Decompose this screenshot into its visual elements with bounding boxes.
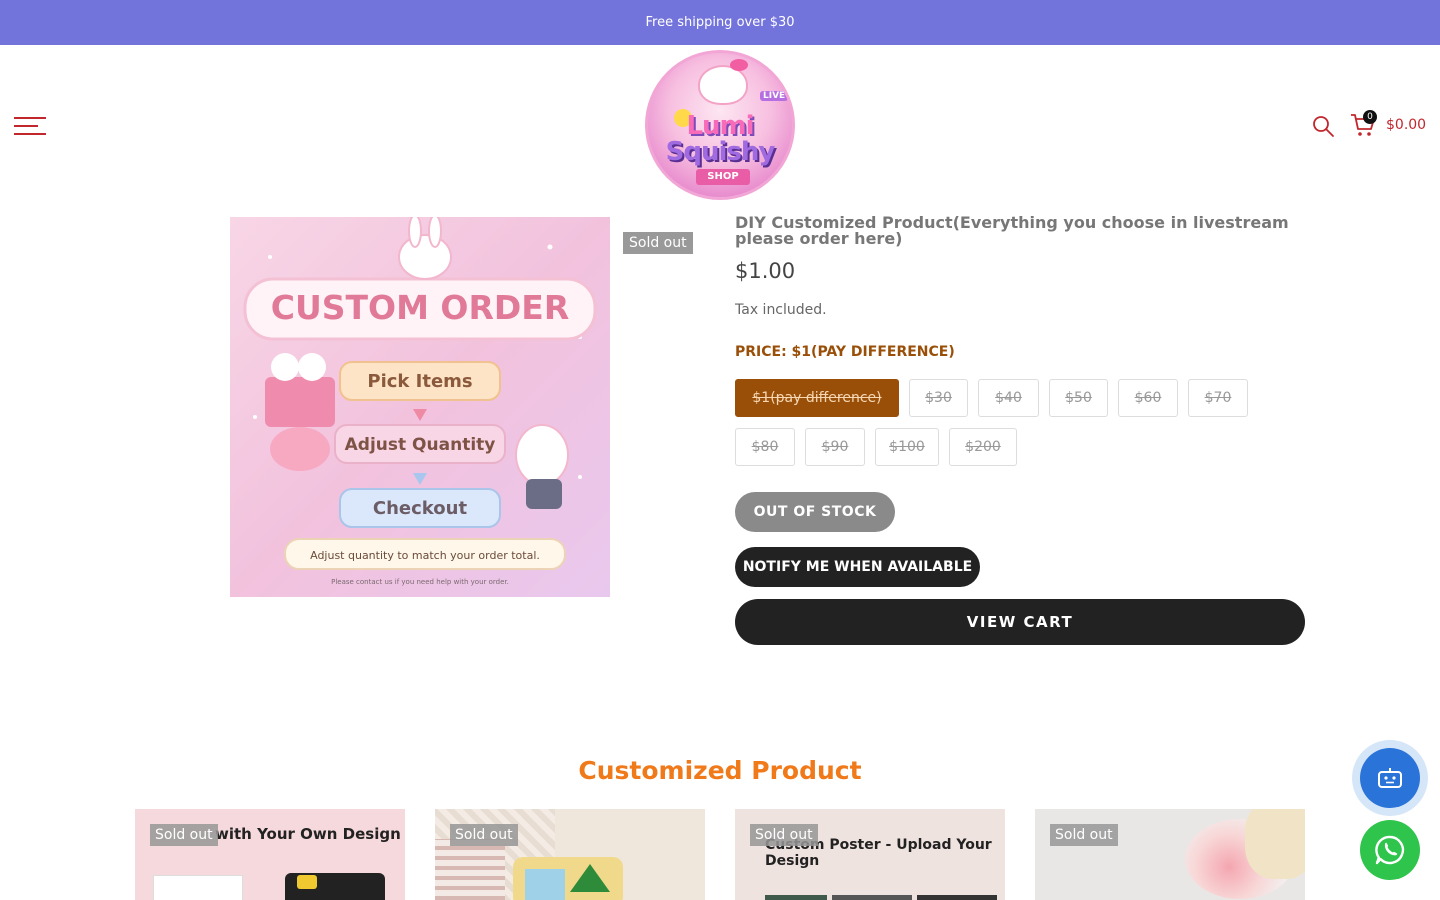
announcement-text: Free shipping over $30 <box>645 15 795 30</box>
announcement-bar: Free shipping over $30 <box>0 0 1440 45</box>
option-swatch-60[interactable]: $60 <box>1118 379 1178 417</box>
related-card-1[interactable]: with Your Own Design Sold out <box>135 809 405 900</box>
option-swatch-200[interactable]: $200 <box>949 428 1017 466</box>
option-swatch-90[interactable]: $90 <box>805 428 865 466</box>
logo-live-badge: LIVE <box>760 91 789 101</box>
cart-count-badge: 0 <box>1363 110 1377 124</box>
logo-ribbon: SHOP <box>696 169 750 185</box>
logo-cat-graphic <box>698 65 748 105</box>
option-swatch-30[interactable]: $30 <box>909 379 968 417</box>
sold-out-badge: Sold out <box>1050 824 1118 846</box>
shop-logo[interactable]: LIVE Lumi Squishy SHOP <box>645 50 795 200</box>
image-footnote: Please contact us if you need help with … <box>331 578 509 586</box>
card-caption: with Your Own Design <box>215 825 401 843</box>
product-info: DIY Customized Product(Everything you ch… <box>735 213 1305 361</box>
option-swatch-80[interactable]: $80 <box>735 428 795 466</box>
view-cart-button[interactable]: VIEW CART <box>735 599 1305 645</box>
chat-bot-button[interactable] <box>1360 748 1420 808</box>
site-header: LIVE Lumi Squishy SHOP 0 $0.00 <box>0 45 1440 205</box>
sold-out-badge: Sold out <box>623 232 693 254</box>
image-step2: Adjust Quantity <box>345 435 496 455</box>
whatsapp-button[interactable] <box>1360 820 1420 880</box>
cart-total[interactable]: $0.00 <box>1386 117 1426 133</box>
search-icon[interactable] <box>1311 114 1335 138</box>
related-card-4[interactable]: Sold out <box>1035 809 1305 900</box>
out-of-stock-button: OUT OF STOCK <box>735 492 895 532</box>
related-card-2[interactable]: Sold out <box>435 809 705 900</box>
related-section-title: Customized Product <box>578 756 862 785</box>
sold-out-badge: Sold out <box>150 824 218 846</box>
option-swatch-1[interactable]: $1(pay difference) <box>735 379 899 417</box>
related-card-3[interactable]: Custom Poster - Upload Your Design Sold … <box>735 809 1005 900</box>
option-swatch-40[interactable]: $40 <box>978 379 1039 417</box>
option-swatch-50[interactable]: $50 <box>1049 379 1108 417</box>
menu-icon[interactable] <box>14 117 46 135</box>
option-swatch-70[interactable]: $70 <box>1188 379 1248 417</box>
image-headline: CUSTOM ORDER <box>271 288 569 327</box>
product-image[interactable]: CUSTOM ORDER Pick Items Adjust Quantity … <box>230 217 610 597</box>
tax-note: Tax included. <box>735 302 827 318</box>
chat-bot-widget[interactable] <box>1352 740 1428 816</box>
product-title: DIY Customized Product(Everything you ch… <box>735 213 1289 248</box>
image-note: Adjust quantity to match your order tota… <box>310 549 540 562</box>
option-label: PRICE: $1(PAY DIFFERENCE) <box>735 344 955 360</box>
sold-out-badge: Sold out <box>750 824 818 846</box>
chat-bot-icon <box>1378 768 1402 788</box>
whatsapp-icon <box>1375 835 1405 865</box>
image-step1: Pick Items <box>367 371 472 392</box>
option-swatch-100[interactable]: $100 <box>875 428 939 466</box>
product-price: $1.00 <box>735 259 796 283</box>
image-step3: Checkout <box>373 498 468 519</box>
notify-me-button[interactable]: NOTIFY ME WHEN AVAILABLE <box>735 547 980 587</box>
sold-out-badge: Sold out <box>450 824 518 846</box>
logo-word-squishy: Squishy <box>665 137 776 167</box>
